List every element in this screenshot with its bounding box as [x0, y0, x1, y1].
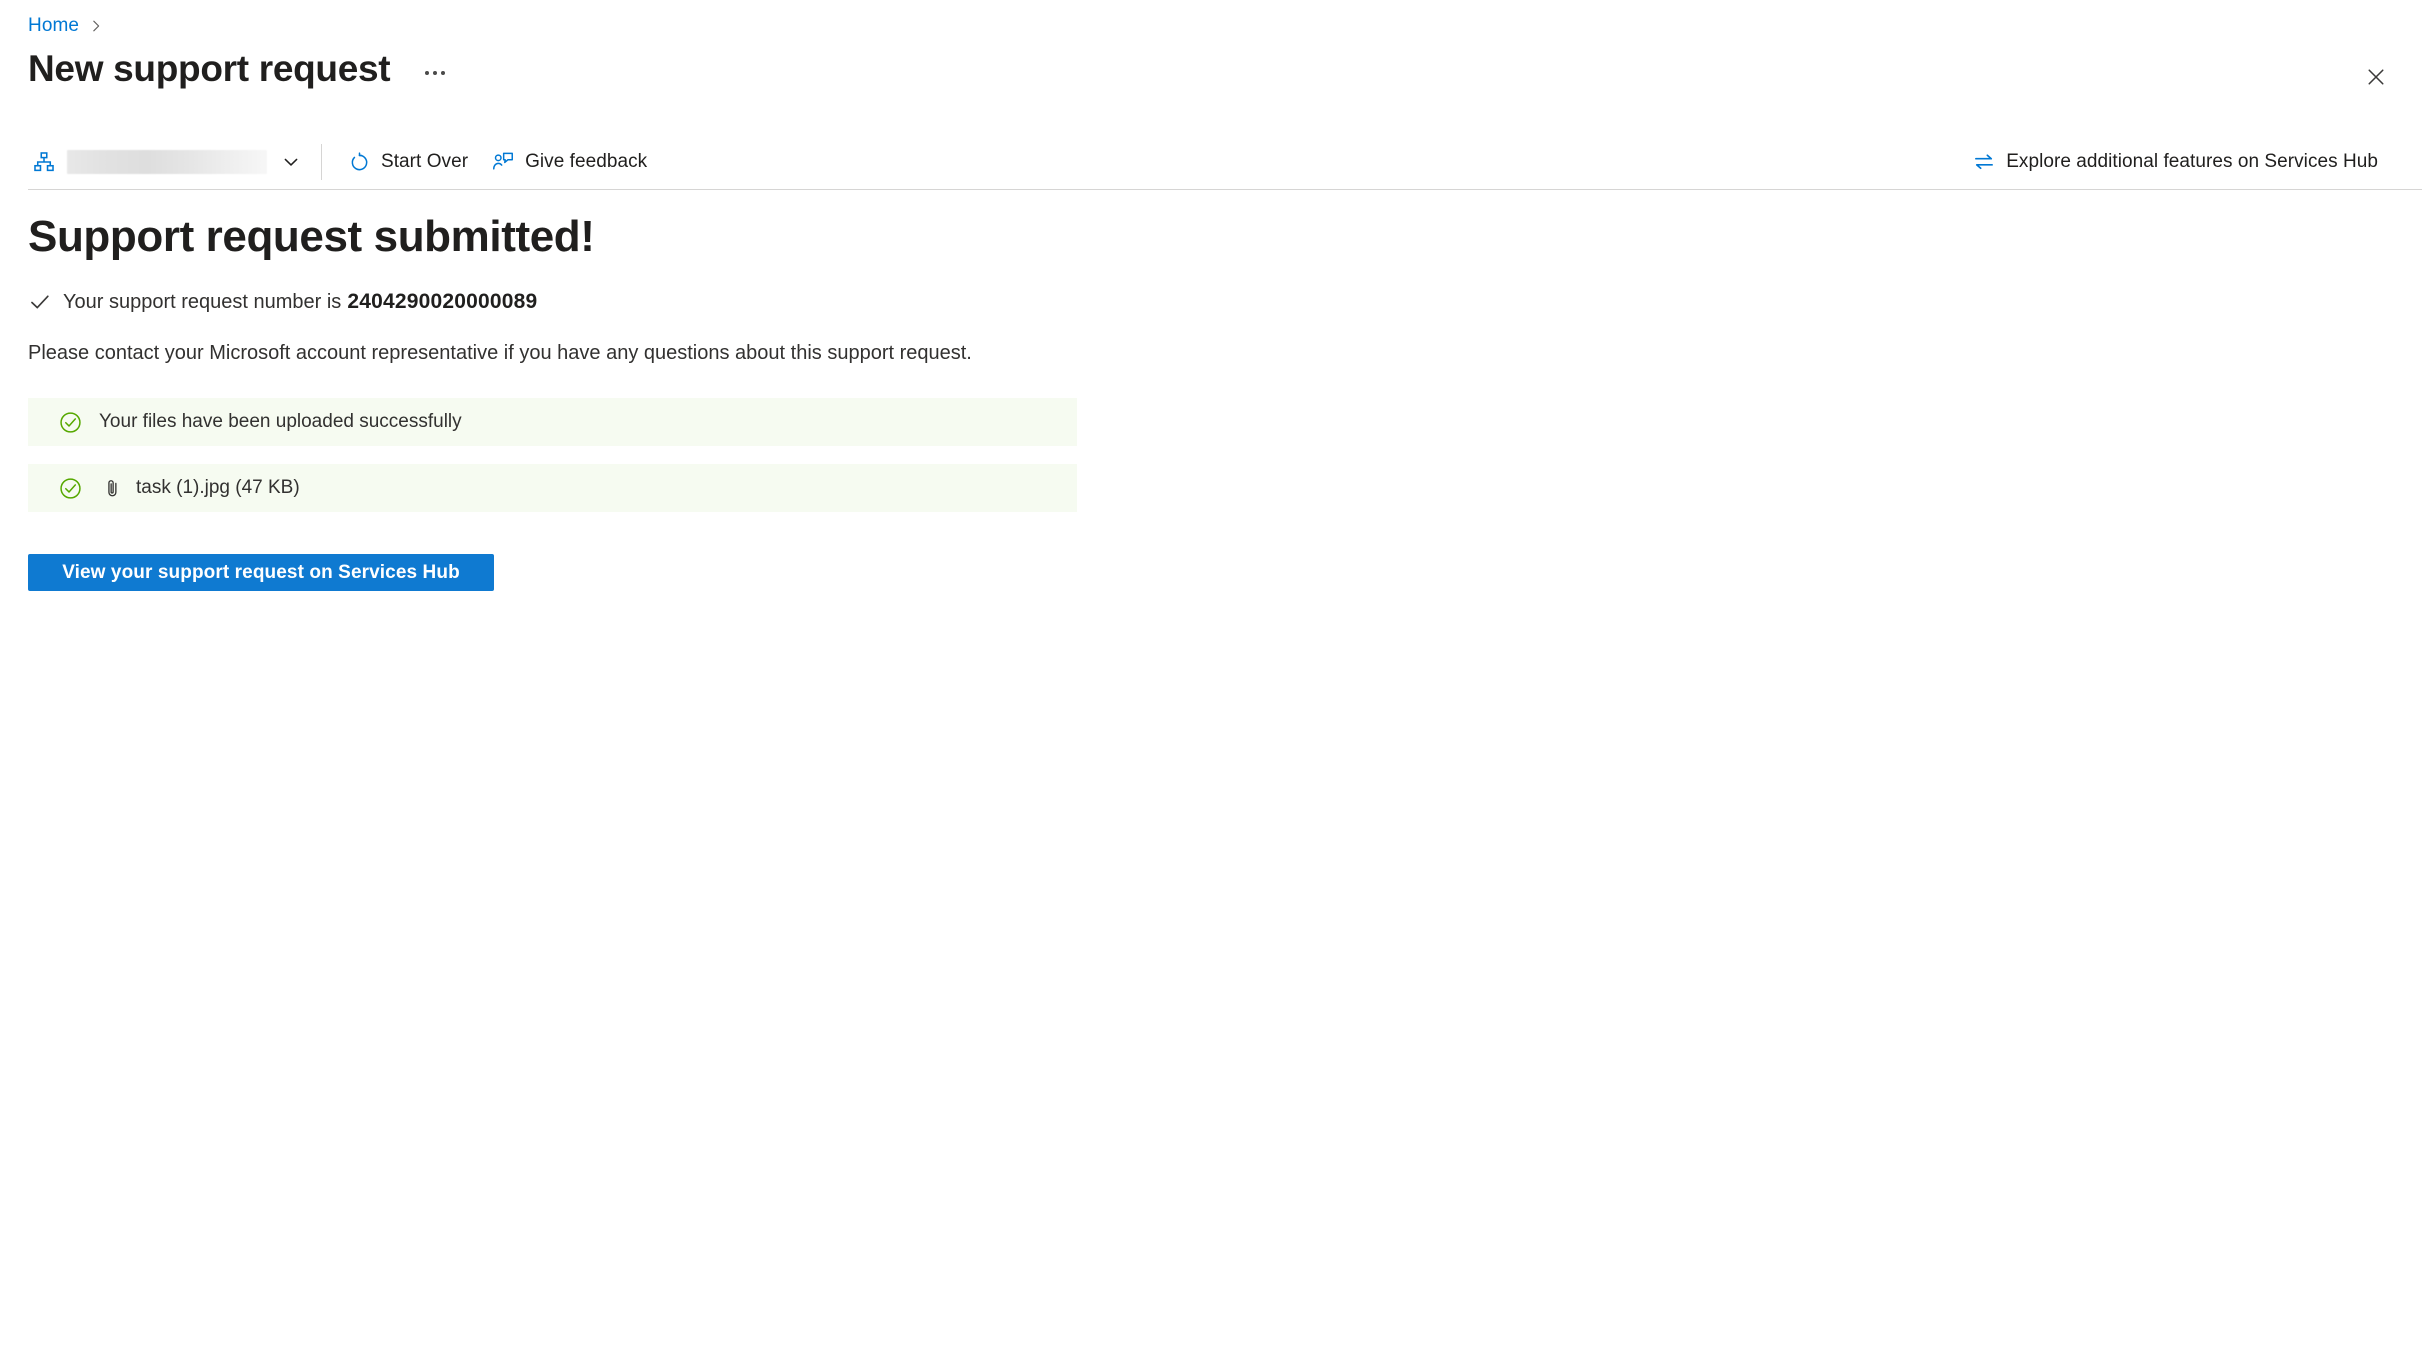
checkmark-icon [28, 290, 52, 314]
paperclip-icon [102, 477, 122, 499]
circle-check-icon [58, 410, 82, 434]
page-title-row: New support request [28, 48, 450, 90]
command-bar-underline [28, 189, 2422, 190]
scope-value-redacted [67, 150, 267, 174]
close-icon [2366, 67, 2386, 90]
org-hierarchy-icon [33, 151, 55, 173]
ticket-number-prefix: Your support request number is [63, 291, 342, 313]
scope-picker[interactable] [33, 140, 305, 184]
explore-services-hub-link[interactable]: Explore additional features on Services … [1961, 140, 2390, 184]
swap-arrows-icon [1973, 151, 1995, 173]
chevron-right-icon [89, 19, 103, 33]
command-bar: Start Over Give feedback Explore additio… [0, 133, 2422, 191]
give-feedback-button[interactable]: Give feedback [480, 140, 659, 184]
more-dot [433, 71, 438, 75]
page-title: New support request [28, 48, 391, 89]
command-bar-divider [321, 144, 322, 180]
breadcrumb-item-home[interactable]: Home [28, 14, 79, 38]
explore-services-hub-label: Explore additional features on Services … [2006, 151, 2378, 172]
result-heading: Support request submitted! [28, 212, 595, 261]
more-options-button[interactable] [420, 58, 450, 88]
ticket-number-row: Your support request number is 240429002… [28, 289, 2388, 315]
main-content: Support request submitted! Your support … [28, 205, 2388, 591]
start-over-button[interactable]: Start Over [336, 140, 480, 184]
close-button[interactable] [2354, 56, 2398, 100]
chevron-down-icon[interactable] [281, 152, 301, 172]
contact-note: Please contact your Microsoft account re… [28, 342, 972, 364]
breadcrumb: Home [28, 14, 103, 38]
circle-check-icon [58, 476, 82, 500]
ticket-number-value: 2404290020000089 [347, 290, 538, 313]
upload-success-message: Your files have been uploaded successful… [99, 411, 462, 432]
person-feedback-icon [492, 151, 514, 173]
attachment-name: task (1).jpg (47 KB) [136, 477, 300, 498]
view-support-request-button[interactable]: View your support request on Services Hu… [28, 554, 494, 591]
upload-results-list: Your files have been uploaded successful… [28, 398, 2388, 512]
give-feedback-label: Give feedback [525, 151, 648, 172]
more-dot [425, 71, 430, 75]
more-dot [441, 71, 446, 75]
command-bar-right-group: Explore additional features on Services … [1961, 140, 2390, 184]
attachment-row: task (1).jpg (47 KB) [28, 464, 1077, 512]
upload-success-bar: Your files have been uploaded successful… [28, 398, 1077, 446]
start-over-label: Start Over [381, 151, 469, 172]
refresh-icon [348, 151, 370, 173]
